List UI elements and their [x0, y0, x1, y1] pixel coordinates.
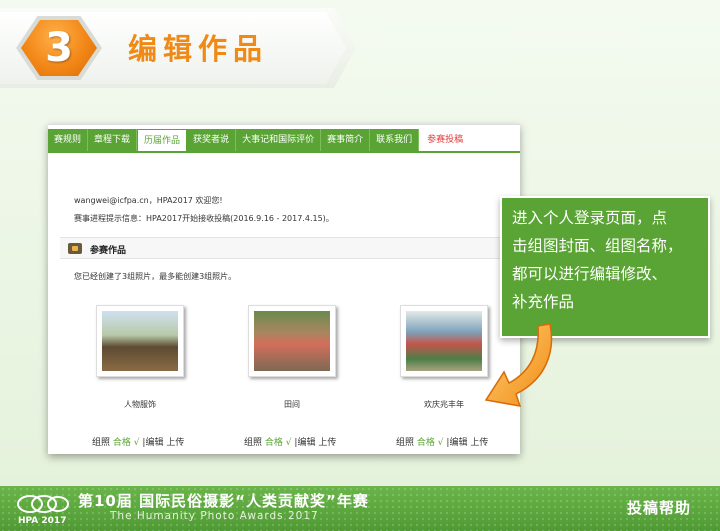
photo-cover[interactable] — [400, 305, 488, 377]
edit-link[interactable]: |编辑 — [294, 438, 315, 448]
page-title: 编辑作品 — [128, 32, 269, 66]
callout-line: 击组图封面、组图名称， — [512, 237, 683, 255]
photo-group-card: 人物服饰 — [96, 305, 184, 410]
status-badge: 合格 — [264, 438, 283, 448]
group-label: 组照 — [244, 438, 263, 448]
tab-charter-download[interactable]: 章程下载 — [88, 129, 138, 151]
tab-rules[interactable]: 赛规则 — [48, 129, 89, 151]
footer-title: 第10届 国际民俗摄影“人类贡献奖”年赛 — [78, 492, 369, 510]
check-icon: √ — [285, 438, 292, 448]
tab-events-reviews[interactable]: 大事记和国际评价 — [236, 129, 322, 151]
photo-group-card: 欢庆兆丰年 — [400, 305, 488, 410]
hpa-logo-icon — [17, 495, 69, 513]
tab-winners-talk[interactable]: 获奖者说 — [187, 129, 237, 151]
status-badge: 合格 — [112, 438, 131, 448]
footer-help-label: 投稿帮助 — [627, 499, 692, 517]
check-icon: √ — [437, 438, 444, 448]
photo-title[interactable]: 欢庆兆丰年 — [400, 399, 488, 410]
footer-subtitle: The Humanity Photo Awards 2017 — [110, 510, 319, 522]
callout-line: 进入个人登录页面，点 — [512, 209, 668, 227]
photo-actions: 组照 合格 √ |编辑 上传 — [92, 435, 184, 448]
tab-past-works[interactable]: 历届作品 — [137, 129, 188, 151]
photo-title[interactable]: 人物服饰 — [96, 399, 184, 410]
photo-count-text: 您已经创建了3组照片，最多能创建3组照片。 — [74, 272, 237, 281]
status-badge: 合格 — [416, 438, 435, 448]
progress-notice: 赛事进程提示信息：HPA2017开始接收投稿(2016.9.16 - 2017.… — [74, 214, 334, 223]
screenshot-card: 赛规则 章程下载 历届作品 获奖者说 大事记和国际评价 赛事简介 联系我们 参赛… — [48, 124, 520, 454]
callout-line: 补充作品 — [512, 293, 575, 311]
check-icon: √ — [133, 438, 140, 448]
edit-link[interactable]: |编辑 — [142, 438, 163, 448]
tab-about-contest[interactable]: 赛事简介 — [321, 129, 371, 151]
photo-section-icon — [68, 243, 82, 254]
photo-cover[interactable] — [248, 305, 336, 377]
photo-actions: 组照 合格 √ |编辑 上传 — [244, 435, 336, 448]
pointer-arrow-icon — [484, 323, 553, 407]
group-label: 组照 — [92, 438, 111, 448]
nav-underline — [48, 151, 520, 153]
upload-link[interactable]: 上传 — [318, 438, 336, 448]
nav-bar: 赛规则 章程下载 历届作品 获奖者说 大事记和国际评价 赛事简介 联系我们 参赛… — [48, 129, 472, 151]
footer-logo-text: HPA 2017 — [18, 516, 67, 526]
upload-link[interactable]: 上传 — [470, 438, 488, 448]
tab-contact-us[interactable]: 联系我们 — [370, 129, 420, 151]
photo-actions: 组照 合格 √ |编辑 上传 — [396, 435, 488, 448]
photo-thumbnail — [254, 311, 330, 371]
instruction-callout: 进入个人登录页面，点 击组图封面、组图名称， 都可以进行编辑修改、 补充作品 — [500, 196, 710, 338]
section-title: 参赛作品 — [90, 246, 127, 256]
photo-cover[interactable] — [96, 305, 184, 377]
photo-thumbnail — [102, 311, 178, 371]
edit-link[interactable]: |编辑 — [446, 438, 467, 448]
photo-group-card: 田间 — [248, 305, 336, 410]
upload-link[interactable]: 上传 — [166, 438, 184, 448]
photo-thumbnail — [406, 311, 482, 371]
footer-bar: HPA 2017 第10届 国际民俗摄影“人类贡献奖”年赛 The Humani… — [0, 486, 720, 531]
callout-line: 都可以进行编辑修改、 — [512, 265, 668, 283]
tab-submit-entry[interactable]: 参赛投稿 — [419, 129, 472, 151]
welcome-message: wangwei@icfpa.cn，HPA2017 欢迎您! — [74, 196, 223, 205]
photo-title[interactable]: 田间 — [248, 399, 336, 410]
group-label: 组照 — [396, 438, 415, 448]
section-header: 参赛作品 — [60, 237, 520, 259]
